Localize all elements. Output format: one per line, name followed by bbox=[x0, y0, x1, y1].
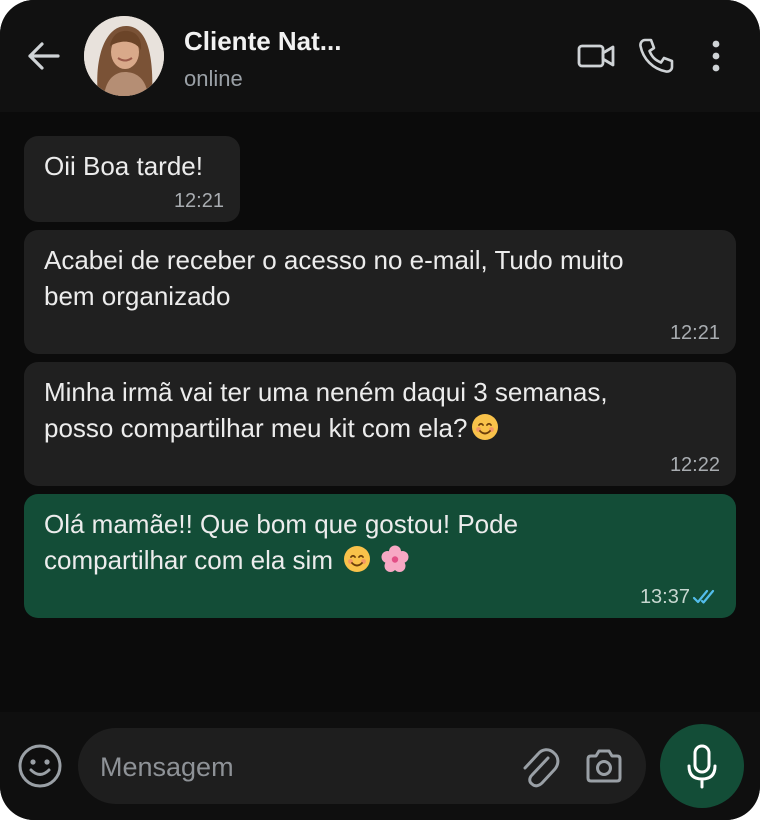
chat-header: Cliente Nat... online bbox=[0, 0, 760, 112]
message-text: Minha irmã vai ter uma neném daqui 3 sem… bbox=[44, 377, 608, 443]
paperclip-icon[interactable] bbox=[518, 744, 560, 788]
microphone-icon bbox=[687, 744, 717, 789]
message-text: Acabei de receber o acesso no e-mail, Tu… bbox=[44, 245, 624, 311]
message-time: 13:37 bbox=[639, 586, 690, 608]
more-vertical-icon[interactable] bbox=[704, 36, 728, 76]
contact-name[interactable]: Cliente Nat... bbox=[184, 26, 341, 57]
smiling-face-emoji-icon bbox=[343, 546, 370, 572]
emoji-icon[interactable] bbox=[16, 742, 64, 790]
message-incoming[interactable]: Oii Boa tarde! 12:21 bbox=[24, 136, 240, 222]
message-time: 12:21 bbox=[173, 190, 224, 212]
message-text: Olá mamãe!! Que bom que gostou! Pode com… bbox=[44, 509, 519, 575]
cherry-blossom-emoji-icon bbox=[381, 545, 409, 572]
message-time: 12:21 bbox=[669, 322, 720, 344]
chat-screen: Cliente Nat... online Oii Boa tarde! 12:… bbox=[0, 0, 760, 820]
message-time: 12:22 bbox=[669, 454, 720, 476]
read-receipt-icon bbox=[692, 589, 715, 604]
video-call-icon[interactable] bbox=[576, 36, 616, 76]
contact-status: online bbox=[184, 66, 243, 91]
back-arrow-icon[interactable] bbox=[26, 40, 62, 72]
smiling-face-emoji-icon bbox=[472, 414, 499, 440]
message-incoming[interactable]: Acabei de receber o acesso no e-mail, Tu… bbox=[24, 230, 736, 354]
message-input-placeholder[interactable]: Mensagem bbox=[100, 752, 234, 783]
microphone-button[interactable] bbox=[660, 724, 744, 808]
message-incoming[interactable]: Minha irmã vai ter uma neném daqui 3 sem… bbox=[24, 362, 736, 486]
message-text: Oii Boa tarde! bbox=[44, 151, 203, 181]
avatar[interactable] bbox=[84, 16, 164, 96]
phone-icon[interactable] bbox=[636, 36, 676, 76]
avatar-photo bbox=[84, 16, 164, 96]
message-outgoing[interactable]: Olá mamãe!! Que bom que gostou! Pode com… bbox=[24, 494, 736, 618]
camera-icon[interactable] bbox=[584, 748, 624, 784]
